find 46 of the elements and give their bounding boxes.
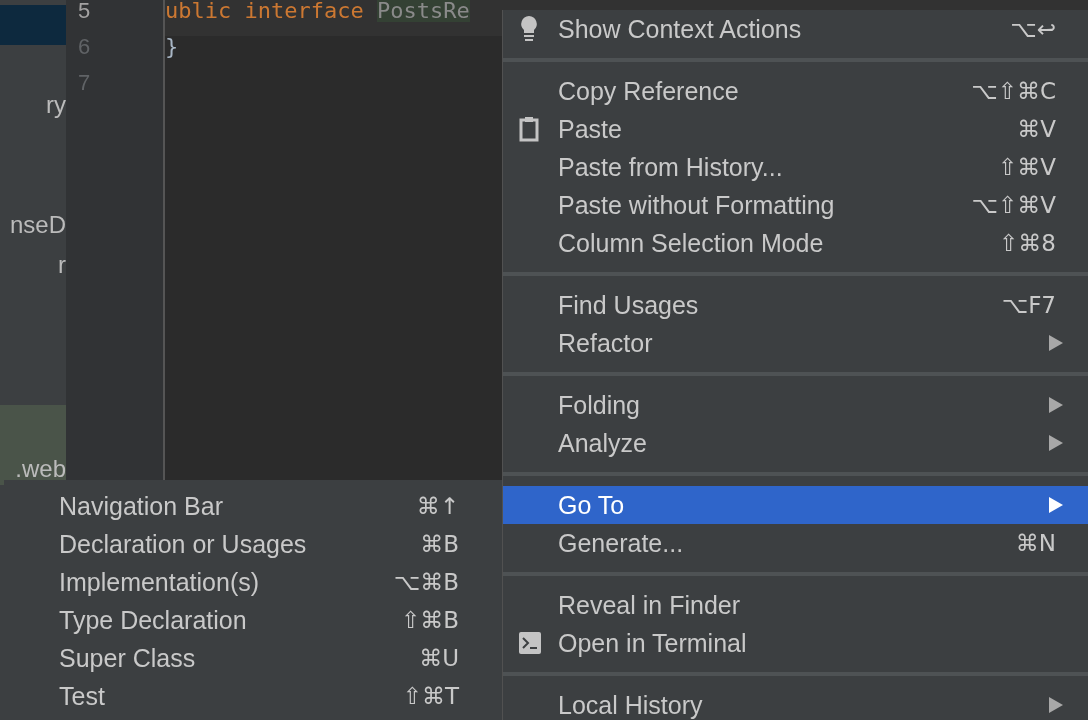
shortcut-label: ⌥F7 bbox=[1001, 292, 1056, 318]
shortcut-label: ⇧⌘8 bbox=[999, 230, 1056, 256]
shortcut-label: ⌥↩ bbox=[1010, 16, 1056, 42]
clipboard-icon bbox=[519, 116, 539, 142]
shortcut-label: ⌘U bbox=[419, 645, 459, 671]
menu-item[interactable]: Find Usages ⌥F7 bbox=[503, 286, 1088, 324]
code-token: PostsRe bbox=[376, 0, 470, 22]
shortcut-label: ⌘V bbox=[1017, 116, 1056, 142]
code-token: ublic interface bbox=[165, 0, 365, 22]
menu-item[interactable]: Column Selection Mode ⇧⌘8 bbox=[503, 224, 1088, 262]
menu-item[interactable]: Reveal in Finder bbox=[503, 586, 1088, 624]
menu-item[interactable]: Copy Reference ⌥⇧⌘C bbox=[503, 72, 1088, 110]
menu-item[interactable]: Refactor bbox=[503, 324, 1088, 362]
shortcut-label: ⇧⌘V bbox=[998, 154, 1056, 180]
shortcut-label: ⌘N bbox=[1015, 530, 1056, 556]
shortcut-label: ⇧⌘B bbox=[400, 607, 459, 633]
menu-item[interactable]: Paste from History... ⇧⌘V bbox=[503, 148, 1088, 186]
tree-item[interactable]: r bbox=[58, 251, 66, 279]
menu-item[interactable]: Navigation Bar ⌘↑ bbox=[4, 487, 502, 525]
menu-item[interactable]: Paste ⌘V bbox=[503, 110, 1088, 148]
lightbulb-icon bbox=[519, 15, 539, 43]
menu-item[interactable]: Declaration or Usages ⌘B bbox=[4, 525, 502, 563]
menu-item[interactable]: Local History bbox=[503, 686, 1088, 720]
menu-item[interactable]: Test ⇧⌘T bbox=[4, 677, 502, 715]
menu-item[interactable]: Type Declaration ⇧⌘B bbox=[4, 601, 502, 639]
menu-item[interactable]: Analyze bbox=[503, 424, 1088, 462]
code-token: } bbox=[165, 36, 179, 58]
tree-item[interactable]: ry bbox=[46, 91, 66, 119]
shortcut-label: ⌥⇧⌘V bbox=[971, 192, 1056, 218]
selected-tree-row bbox=[0, 5, 66, 45]
menu-item[interactable]: Paste without Formatting ⌥⇧⌘V bbox=[503, 186, 1088, 224]
shortcut-label: ⌘B bbox=[420, 531, 459, 557]
shortcut-label: ⇧⌘T bbox=[402, 683, 459, 709]
shortcut-label: ⌥⇧⌘C bbox=[971, 78, 1056, 104]
menu-item[interactable]: Show Context Actions ⌥↩ bbox=[503, 10, 1088, 48]
menu-item[interactable]: Open in Terminal bbox=[503, 624, 1088, 662]
shortcut-label: ⌘↑ bbox=[416, 493, 459, 519]
menu-item[interactable]: Go To bbox=[503, 486, 1088, 524]
shortcut-label: ⌥⌘B bbox=[393, 569, 459, 595]
menu-item[interactable]: Implementation(s) ⌥⌘B bbox=[4, 563, 502, 601]
terminal-icon bbox=[519, 632, 541, 654]
menu-item[interactable]: Folding bbox=[503, 386, 1088, 424]
line-number: 5 bbox=[78, 0, 91, 23]
menu-item[interactable]: Generate... ⌘N bbox=[503, 524, 1088, 562]
tree-item[interactable]: nseD bbox=[9, 211, 66, 239]
menu-item[interactable]: Super Class ⌘U bbox=[4, 639, 502, 677]
